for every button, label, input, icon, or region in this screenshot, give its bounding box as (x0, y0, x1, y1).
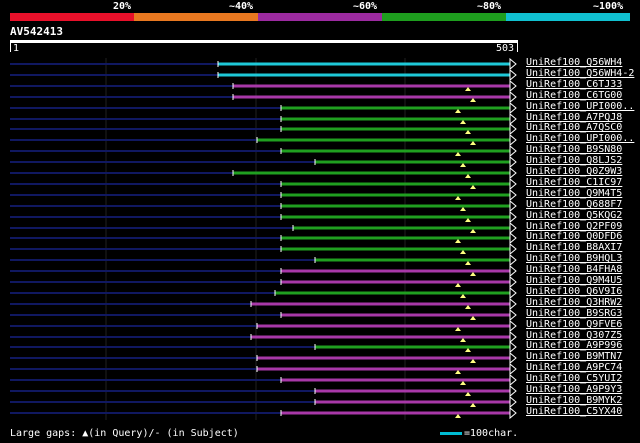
hit-label-link[interactable]: UniRef100_Q0DFD6 (526, 231, 622, 242)
hit-label-link[interactable]: UniRef100_B9HQL3 (526, 253, 622, 264)
hit-label-link[interactable]: UniRef100_Q0Z9W3 (526, 166, 622, 177)
hit-label-link[interactable]: UniRef100_Q9M4U5 (526, 275, 622, 286)
hit-label-link[interactable]: UniRef100_B9MYK2 (526, 395, 622, 406)
hit-label-link[interactable]: UniRef100_C5YX40 (526, 406, 622, 417)
hit-label-link[interactable]: UniRef100_C6TG00 (526, 90, 622, 101)
hit-labels: UniRef100_Q56WH4 UniRef100_Q56WH4-2 UniRef… (0, 0, 640, 443)
hit-label-link[interactable]: UniRef100_B9SN80 (526, 144, 622, 155)
hit-label-link[interactable]: UniRef100_C6TJ33 (526, 79, 622, 90)
hit-label-link[interactable]: UniRef100_A9P996 (526, 340, 622, 351)
hit-label-link[interactable]: UniRef100_Q6V9I6 (526, 286, 622, 297)
hit-label-link[interactable]: UniRef100_B8AXI7 (526, 242, 622, 253)
hit-label-link[interactable]: UniRef100_Q56WH4-2 (526, 68, 634, 79)
hit-label-link[interactable]: UniRef100_A7QSC0 (526, 122, 622, 133)
hit-label-link[interactable]: UniRef100_Q9FVE6 (526, 319, 622, 330)
hit-label-link[interactable]: UniRef100_A9PC74 (526, 362, 622, 373)
hit-label-link[interactable]: UniRef100_Q56WH4 (526, 57, 622, 68)
hit-label-link[interactable]: UniRef100_A9P9Y3 (526, 384, 622, 395)
hit-label-link[interactable]: UniRef100_Q688F7 (526, 199, 622, 210)
hit-label-link[interactable]: UniRef100_C5YUI2 (526, 373, 622, 384)
hit-label-link[interactable]: UniRef100_Q3HRW2 (526, 297, 622, 308)
hit-label-link[interactable]: UniRef100_C1IC97 (526, 177, 622, 188)
large-gaps-legend: Large gaps: ▲(in Query)/- (in Subject) (10, 428, 239, 439)
scale-legend: =100char. (440, 428, 518, 439)
hit-label-link[interactable]: UniRef100_B9SRG3 (526, 308, 622, 319)
hit-label-link[interactable]: UniRef100_UPI000.. (526, 101, 634, 112)
hit-label-link[interactable]: UniRef100_B9MTN7 (526, 351, 622, 362)
hit-label-link[interactable]: UniRef100_Q9M4T5 (526, 188, 622, 199)
hit-label-link[interactable]: UniRef100_B4FHA8 (526, 264, 622, 275)
scale-label: =100char. (464, 428, 519, 439)
hit-label-link[interactable]: UniRef100_Q5KQG2 (526, 210, 622, 221)
hit-label-link[interactable]: UniRef100_UPI000.. (526, 133, 634, 144)
scale-bar (440, 431, 462, 435)
hit-label-link[interactable]: UniRef100_Q8LJS2 (526, 155, 622, 166)
